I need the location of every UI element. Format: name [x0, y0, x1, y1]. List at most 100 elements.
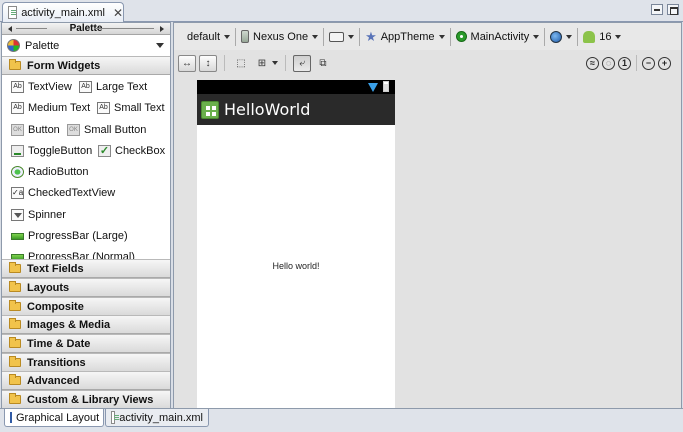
hello-world-textview[interactable]: Hello world! [197, 261, 395, 271]
divider [94, 28, 154, 29]
device-action-bar: HelloWorld [197, 94, 395, 125]
toggle-emulate-density-button[interactable]: ⧉ [314, 55, 332, 72]
widget-checked-text-view[interactable]: ✓a CheckedTextView [11, 186, 115, 200]
zoom-to-fit-icon[interactable]: ≈ [586, 56, 599, 70]
xml-file-icon [111, 411, 120, 424]
toggle-widget-icon [11, 145, 24, 157]
app-title: HelloWorld [224, 100, 311, 119]
activity-label: MainActivity [470, 30, 530, 43]
radio-widget-icon [11, 166, 24, 178]
category-layouts[interactable]: Layouts [2, 278, 170, 297]
widget-spinner[interactable]: Spinner [11, 208, 66, 222]
zoom-in-icon[interactable]: + [658, 56, 671, 70]
zoom-out-icon[interactable]: − [642, 56, 655, 70]
tab-label: activity_main.xml [119, 411, 203, 424]
arrow-right-icon[interactable] [160, 26, 164, 32]
spinner-widget-icon [11, 209, 24, 221]
folder-icon [9, 300, 21, 311]
theme-dropdown[interactable]: ★ AppTheme [360, 26, 449, 48]
category-label: Time & Date [27, 337, 91, 350]
folder-icon [9, 356, 21, 367]
close-icon[interactable]: ✕ [113, 7, 123, 19]
chevron-down-icon [312, 34, 319, 39]
zoom-real-size-icon[interactable]: ◌ [602, 56, 615, 70]
config-dropdown[interactable]: default [182, 26, 235, 48]
maximize-icon[interactable] [667, 4, 679, 15]
folder-icon [9, 337, 21, 348]
layout-icon [10, 412, 12, 423]
category-label: Images & Media [27, 318, 111, 331]
widget-progress-normal[interactable]: ProgressBar (Normal) [11, 250, 135, 259]
widget-small-text[interactable]: Ab Small Text [97, 101, 165, 115]
widget-radio-button[interactable]: RadioButton [11, 165, 89, 179]
distribute-weights-button[interactable]: ⊞ [253, 55, 271, 72]
widget-label: TextView [28, 81, 72, 93]
editor-tab-title: activity_main.xml [21, 6, 105, 19]
wifi-icon [368, 83, 378, 92]
api-level-label: 16 [599, 30, 612, 43]
palette-icon [7, 39, 20, 52]
folder-icon [9, 393, 21, 404]
widget-label: ProgressBar (Normal) [28, 251, 135, 259]
battery-icon [383, 81, 389, 92]
widget-small-button[interactable]: OK Small Button [67, 123, 146, 137]
minimize-icon[interactable] [651, 4, 663, 15]
orientation-icon [329, 31, 345, 42]
chevron-down-icon[interactable] [156, 43, 164, 48]
checkbox-widget-icon: ✓ [98, 145, 111, 157]
widget-large-text[interactable]: Ab Large Text [79, 80, 147, 94]
widget-medium-text[interactable]: Ab Medium Text [11, 101, 90, 115]
activity-dropdown[interactable]: MainActivity [451, 26, 545, 48]
category-form-widgets[interactable]: Form Widgets [2, 56, 170, 75]
widget-label: Spinner [28, 209, 66, 221]
button-widget-icon: OK [11, 124, 24, 136]
margins-button[interactable]: ⬚ [232, 55, 250, 72]
progress-widget-icon [11, 232, 24, 240]
widget-label: Small Text [114, 102, 165, 114]
folder-icon [9, 374, 21, 385]
layout-editor: default Nexus One ★ AppTheme MainActivit… [173, 22, 682, 409]
device-dropdown[interactable]: Nexus One [236, 26, 323, 48]
widget-label: CheckedTextView [28, 187, 116, 199]
fill-height-button[interactable]: ↕ [199, 54, 217, 72]
palette-mode-selector[interactable]: Palette [2, 36, 170, 55]
fill-width-button[interactable]: ↔ [178, 54, 196, 72]
chevron-down-icon [615, 34, 622, 39]
category-label: Advanced [27, 374, 80, 387]
tab-graphical-layout[interactable]: Graphical Layout [4, 409, 104, 427]
config-label: default [187, 30, 221, 43]
category-time-date[interactable]: Time & Date [2, 334, 170, 353]
palette-mode-label: Palette [25, 39, 60, 52]
widget-label: Small Button [84, 124, 147, 136]
tab-xml-source[interactable]: activity_main.xml [105, 409, 209, 427]
category-advanced[interactable]: Advanced [2, 371, 170, 390]
widget-label: ToggleButton [28, 145, 93, 157]
device-preview-canvas[interactable]: HelloWorld Hello world! [197, 80, 395, 409]
widget-label: RadioButton [28, 166, 89, 178]
widget-textview[interactable]: Ab TextView [11, 80, 72, 94]
widget-checkbox[interactable]: ✓ CheckBox [98, 144, 165, 158]
divider [285, 55, 286, 71]
chevron-down-icon[interactable] [272, 61, 278, 65]
category-label: Composite [27, 300, 84, 313]
orientation-dropdown[interactable] [324, 26, 359, 48]
locale-dropdown[interactable] [545, 26, 577, 48]
folder-icon [9, 262, 21, 273]
category-composite[interactable]: Composite [2, 297, 170, 316]
category-images-media[interactable]: Images & Media [2, 315, 170, 334]
category-text-fields[interactable]: Text Fields [2, 259, 170, 278]
widget-toggle-button[interactable]: ToggleButton [11, 144, 92, 158]
arrow-left-icon[interactable] [8, 26, 12, 32]
chevron-down-icon [533, 34, 540, 39]
app-launcher-icon [201, 100, 219, 119]
api-level-dropdown[interactable]: 16 [578, 26, 626, 48]
category-label: Custom & Library Views [27, 393, 154, 406]
zoom-100-icon[interactable]: 1 [618, 56, 631, 70]
widget-button[interactable]: OK Button [11, 123, 60, 137]
divider [224, 55, 225, 71]
toggle-show-bounds-button[interactable]: ⤶ [293, 54, 311, 72]
editor-tab-activity-main[interactable]: activity_main.xml ✕ [2, 2, 124, 22]
widget-progress-large[interactable]: ProgressBar (Large) [11, 229, 128, 243]
category-transitions[interactable]: Transitions [2, 353, 170, 372]
category-custom-library-views[interactable]: Custom & Library Views [2, 390, 170, 408]
